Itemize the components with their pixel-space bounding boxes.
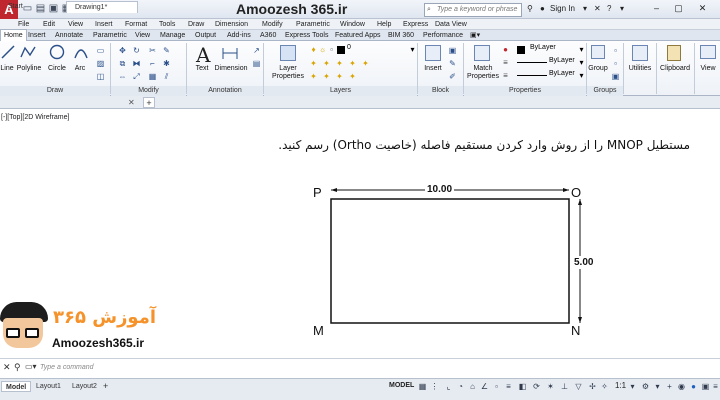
workspace-gear-icon[interactable]: ⚙ [641,382,650,391]
scale-dropdown-icon[interactable]: ▾ [628,382,637,391]
clean-screen-icon[interactable]: ▣ [701,382,710,391]
gizmo-icon[interactable]: ✢ [588,382,597,391]
rectangle-mnop[interactable] [330,198,570,324]
height-dimension-text: 5.00 [574,256,594,269]
isolate-objects-icon[interactable]: ◉ [677,382,686,391]
logo-glasses-left [6,328,20,338]
annotation-scale[interactable]: 1:1 [615,381,626,390]
arrow-left-icon [331,188,337,192]
grid-icon[interactable]: ▦ [418,382,427,391]
corner-label-o: O [571,185,582,200]
add-layout-button[interactable]: + [103,381,108,391]
model-space-toggle[interactable]: MODEL [389,382,414,389]
selection-cycling-icon[interactable]: ⟳ [532,382,541,391]
command-line [0,358,720,377]
selection-filter-icon[interactable]: ▽ [574,382,583,391]
3d-osnap-icon[interactable]: ✶ [546,382,555,391]
corner-label-m: M [313,323,324,338]
workspace-dropdown-icon[interactable]: ▾ [653,382,662,391]
command-input[interactable]: Type a command [40,364,94,371]
dynamic-ucs-icon[interactable]: ⊥ [560,382,569,391]
snap-icon[interactable]: ⋮ [430,382,439,391]
plus-icon[interactable]: + [665,382,674,391]
corner-label-n: N [571,323,581,338]
ortho-icon[interactable]: ⌞ [444,382,453,391]
logo-glasses-right [25,328,39,338]
corner-label-p: P [313,185,322,200]
transparency-icon[interactable]: ◧ [518,382,527,391]
object-snap-tracking-icon[interactable]: ∠ [480,382,489,391]
polar-icon[interactable]: ◔ [456,382,465,391]
customization-icon[interactable]: ≡ [711,382,720,391]
arrow-right-icon [563,188,569,192]
isometric-icon[interactable]: ⌂ [468,382,477,391]
object-snap-icon[interactable]: ▫ [492,382,501,391]
lineweight-toggle-icon[interactable]: ≡ [504,382,513,391]
annotation-visibility-icon[interactable]: ✧ [600,382,609,391]
recent-commands-icon[interactable]: ▭▾ [25,362,37,371]
close-command-icon[interactable]: ✕ [3,362,11,373]
tab-layout1[interactable]: Layout1 [32,381,65,392]
width-dimension-text: 10.00 [425,184,455,195]
tab-model[interactable]: Model [1,381,32,392]
tab-layout2[interactable]: Layout2 [68,381,101,392]
watermark-persian-text: آموزش ۳۶۵ [53,307,157,328]
watermark-url: Amoozesh365.ir [52,336,145,350]
hardware-acceleration-icon[interactable]: ● [689,382,698,391]
customize-icon[interactable]: ⚲ [14,362,21,373]
